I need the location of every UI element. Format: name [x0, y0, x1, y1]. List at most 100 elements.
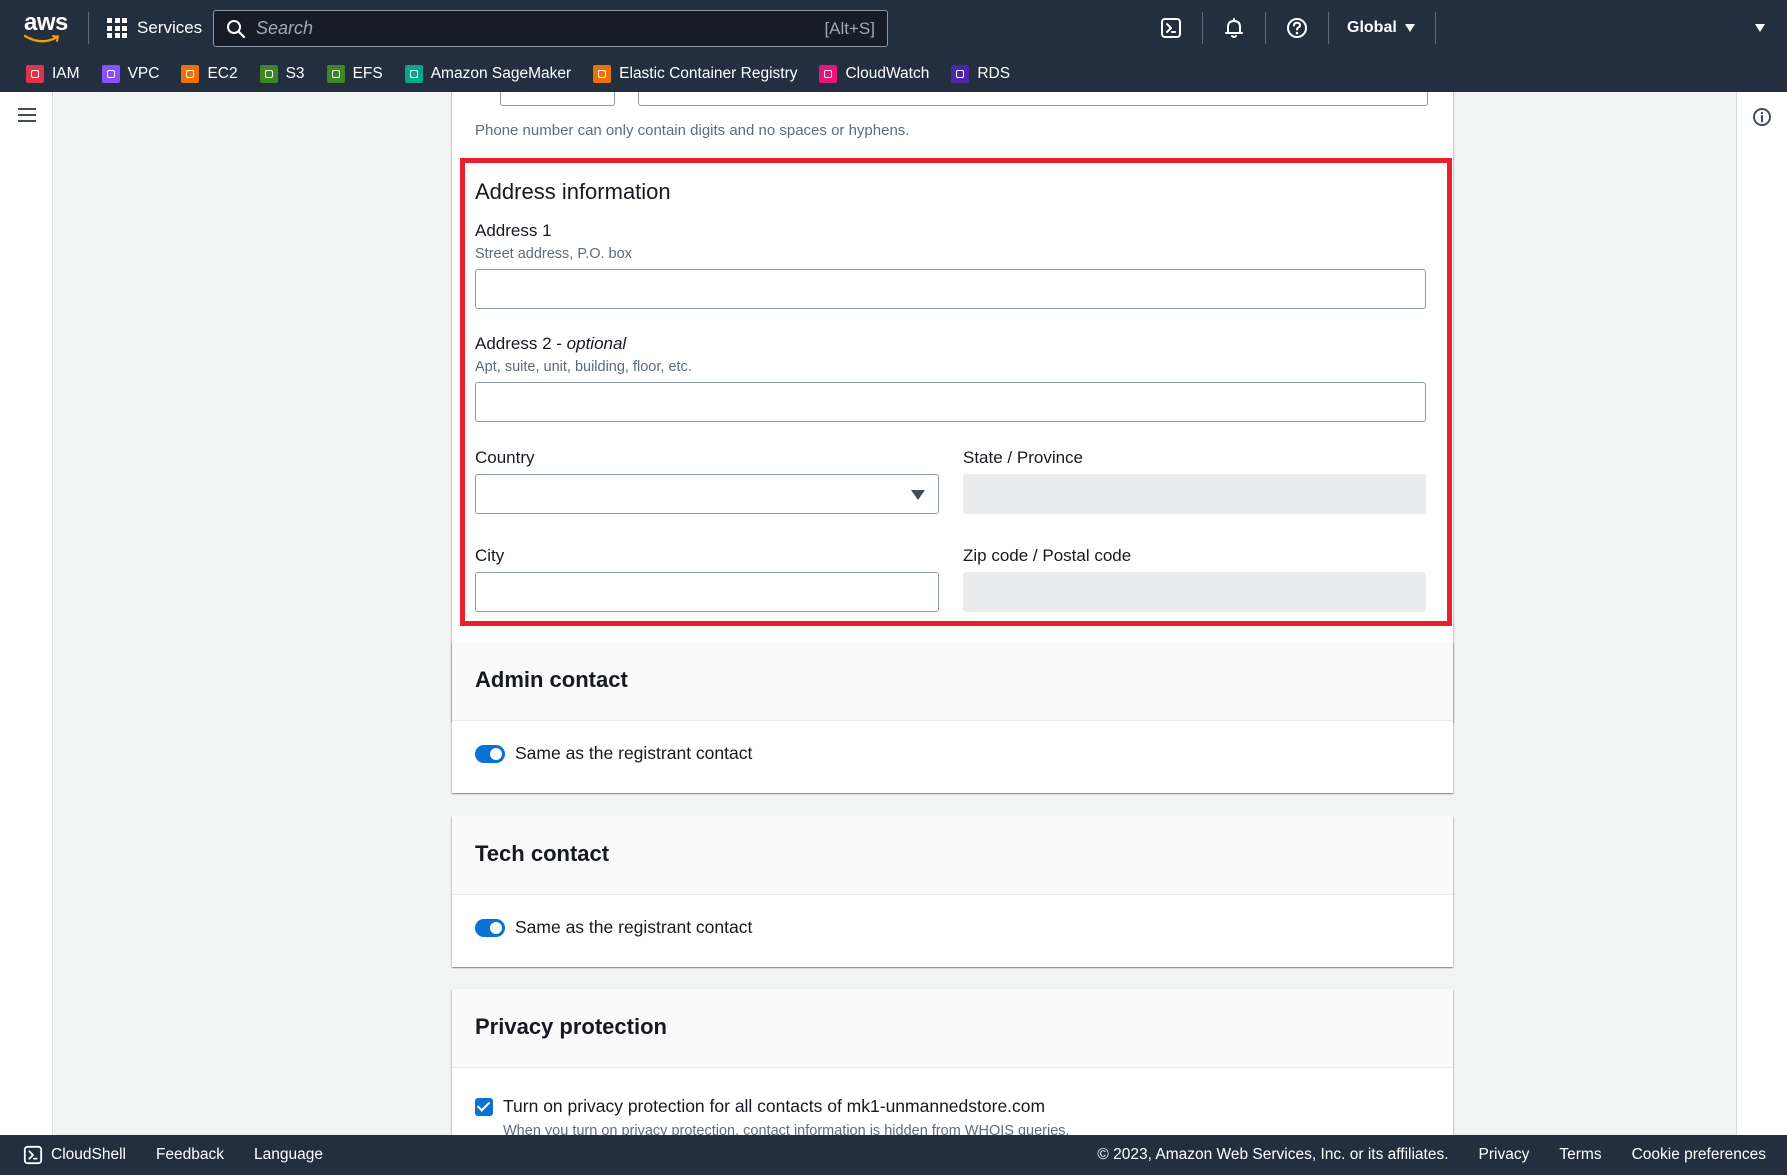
search-icon [227, 19, 246, 38]
favorite-rds[interactable]: RDS [951, 65, 1010, 83]
admin-same-as-registrant-toggle[interactable] [475, 744, 505, 763]
help-icon [1287, 18, 1307, 38]
tools-rail [1736, 92, 1787, 1135]
state-label: State / Province [963, 448, 1084, 467]
phone-country-code-input[interactable] [500, 92, 615, 106]
info-icon[interactable] [1752, 107, 1772, 127]
address2-optional-text: optional [566, 334, 627, 353]
nav-divider [1434, 12, 1436, 44]
tech-same-as-registrant-row: Same as the registrant contact [475, 917, 752, 938]
registrant-contact-panel: Phone number can only contain digits and… [452, 92, 1453, 722]
tech-same-as-registrant-toggle[interactable] [475, 918, 505, 937]
vpc-icon [101, 65, 120, 83]
iam-icon [26, 65, 44, 83]
privacy-checkbox-row: Turn on privacy protection for all conta… [475, 1096, 1045, 1117]
favorite-s3[interactable]: S3 [259, 65, 305, 83]
favorite-label: Amazon SageMaker [430, 65, 572, 82]
address2-label: Address 2 - optional [475, 334, 626, 354]
phone-help-text: Phone number can only contain digits and… [475, 122, 910, 139]
privacy-checkbox-label: Turn on privacy protection for all conta… [503, 1096, 1046, 1116]
favorite-amazon-sagemaker[interactable]: Amazon SageMaker [404, 65, 572, 83]
sagemaker-icon [404, 65, 423, 83]
side-navigation-rail [0, 92, 53, 1135]
favorite-vpc[interactable]: VPC [101, 65, 160, 83]
region-label: Global [1347, 19, 1397, 36]
favorite-ec2[interactable]: EC2 [181, 65, 238, 83]
cloudshell-icon [1161, 18, 1181, 38]
console-footer: CloudShell Feedback Language © 2023, Ama… [0, 1135, 1787, 1175]
address2-input[interactable] [475, 382, 1426, 422]
footer-cloudshell-label: CloudShell [51, 1146, 126, 1163]
city-label: City [475, 546, 505, 565]
caret-down-icon [911, 490, 925, 500]
privacy-protection-body: Turn on privacy protection for all conta… [452, 1068, 1453, 1135]
services-menu-button[interactable]: Services [89, 0, 220, 56]
caret-down-icon [1404, 24, 1415, 32]
cloudwatch-icon [819, 65, 838, 83]
favorite-label: VPC [127, 65, 160, 82]
account-menu-caret-icon[interactable] [1755, 24, 1765, 32]
tech-contact-card: Tech contact Same as the registrant cont… [452, 816, 1453, 967]
efs-icon [326, 65, 345, 83]
services-label: Services [137, 18, 203, 37]
footer-privacy-link[interactable]: Privacy [1464, 1146, 1545, 1164]
address1-input[interactable] [475, 269, 1426, 309]
admin-contact-header: Admin contact [452, 642, 1453, 721]
ec2-icon [181, 65, 200, 83]
favorite-label: RDS [977, 65, 1011, 82]
privacy-protection-card: Privacy protection Turn on privacy prote… [452, 989, 1453, 1135]
admin-contact-body: Same as the registrant contact [452, 721, 1453, 793]
search-input[interactable]: Search [Alt+S] [213, 10, 888, 47]
privacy-description: When you turn on privacy protection, con… [503, 1123, 1070, 1135]
favorite-cloudwatch[interactable]: CloudWatch [819, 65, 929, 83]
zip-input [963, 572, 1426, 612]
search-shortcut: [Alt+S] [824, 18, 875, 38]
city-input[interactable] [475, 572, 939, 612]
menu-icon[interactable] [18, 108, 36, 122]
top-navigation: aws Services Search [Alt+S] Global [0, 0, 1787, 56]
cloudshell-button[interactable] [1140, 0, 1202, 56]
phone-number-input[interactable] [638, 92, 1428, 106]
favorite-label: CloudWatch [845, 65, 930, 82]
favorite-label: EFS [352, 65, 383, 82]
footer-copyright: © 2023, Amazon Web Services, Inc. or its… [1097, 1146, 1449, 1163]
footer-cloudshell-button[interactable]: CloudShell [8, 1145, 141, 1165]
address1-description: Street address, P.O. box [475, 246, 632, 262]
nav-utilities: Global [1140, 0, 1436, 56]
privacy-protection-title: Privacy protection [475, 1014, 667, 1039]
tech-contact-header: Tech contact [452, 816, 1453, 895]
privacy-protection-checkbox[interactable] [475, 1097, 493, 1116]
admin-contact-card: Admin contact Same as the registrant con… [452, 642, 1453, 793]
region-selector[interactable]: Global [1329, 0, 1435, 56]
favorite-efs[interactable]: EFS [326, 65, 383, 83]
favorite-label: Elastic Container Registry [619, 65, 798, 82]
state-input [963, 474, 1426, 514]
admin-same-as-registrant-row: Same as the registrant contact [475, 743, 752, 764]
help-button[interactable] [1266, 0, 1328, 56]
footer-terms-link[interactable]: Terms [1544, 1146, 1616, 1164]
cloudshell-icon [23, 1145, 43, 1165]
country-label: Country [475, 448, 535, 467]
tech-contact-body: Same as the registrant contact [452, 895, 1453, 967]
favorite-iam[interactable]: IAM [26, 65, 80, 83]
zip-label: Zip code / Postal code [963, 546, 1132, 565]
tech-contact-title: Tech contact [475, 841, 610, 866]
search-placeholder: Search [256, 18, 314, 38]
address1-label: Address 1 [475, 221, 552, 240]
aws-logo[interactable]: aws [0, 0, 88, 56]
footer-left: CloudShell Feedback Language [0, 1145, 338, 1165]
footer-right: © 2023, Amazon Web Services, Inc. or its… [1082, 1146, 1781, 1164]
address-section-title: Address information [475, 179, 671, 204]
footer-feedback-link[interactable]: Feedback [141, 1146, 239, 1164]
favorites-bar: IAM VPC EC2 S3 EFS Amazon SageMaker Elastic Co… [0, 56, 1787, 92]
aws-logo-text: aws [24, 9, 68, 36]
address2-description: Apt, suite, unit, building, floor, etc. [475, 359, 692, 375]
footer-cookie-preferences-link[interactable]: Cookie preferences [1617, 1146, 1781, 1164]
footer-language-link[interactable]: Language [239, 1146, 338, 1164]
country-select[interactable] [475, 474, 939, 514]
notifications-button[interactable] [1203, 0, 1265, 56]
favorite-elastic-container-registry[interactable]: Elastic Container Registry [593, 65, 797, 83]
ecr-icon [593, 65, 612, 83]
main-content: Phone number can only contain digits and… [54, 92, 1736, 1135]
address2-label-text: Address 2 - [475, 334, 567, 353]
